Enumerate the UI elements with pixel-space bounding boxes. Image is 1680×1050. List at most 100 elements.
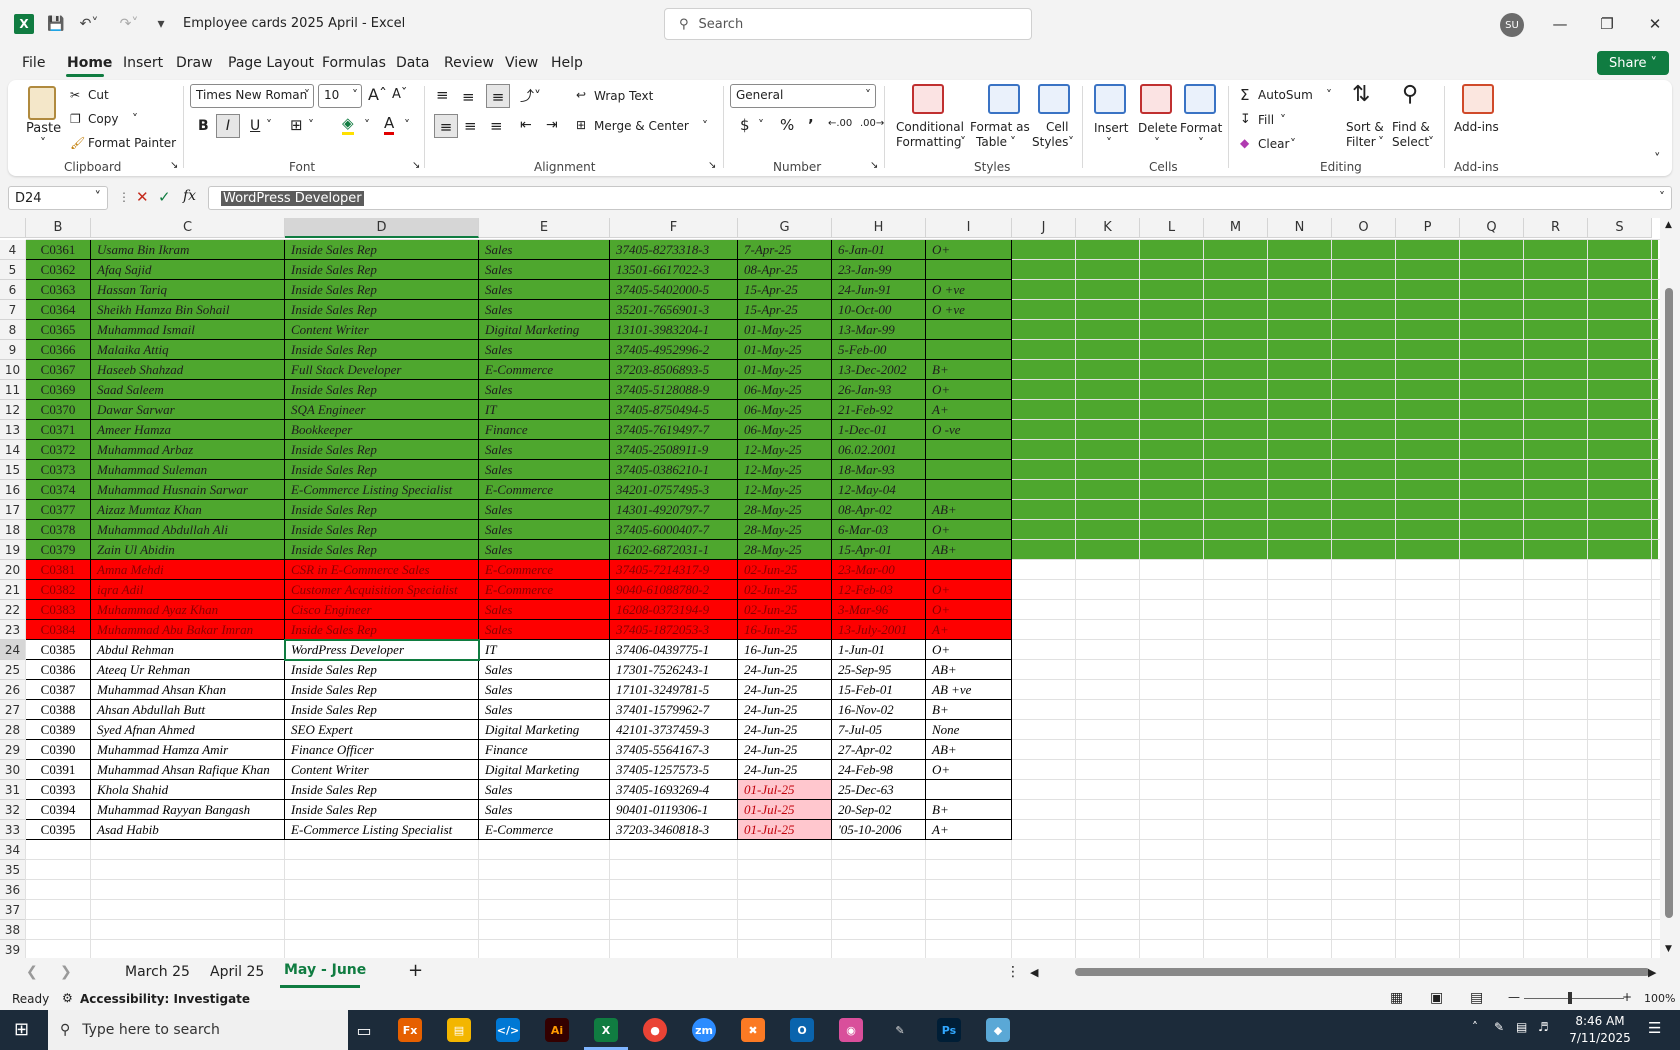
dialog-launcher-icon[interactable]: ↘ — [412, 160, 420, 171]
cell-e12[interactable]: IT — [479, 400, 610, 420]
cell-b21[interactable]: C0382 — [26, 580, 91, 600]
cell-f9[interactable]: 37405-4952996-2 — [610, 340, 738, 360]
cell-h6[interactable]: 24-Jun-91 — [832, 280, 926, 300]
cell-i26[interactable]: AB +ve — [926, 680, 1012, 700]
cell-e4[interactable]: Sales — [479, 240, 610, 260]
name-box[interactable]: D24 ˅ — [8, 186, 108, 210]
row-header[interactable]: 25 — [0, 660, 25, 680]
cell-g31[interactable]: 01-Jul-25 — [738, 780, 832, 800]
cell-i29[interactable]: AB+ — [926, 740, 1012, 760]
zoom-slider-thumb[interactable] — [1568, 992, 1572, 1004]
cell-c27[interactable]: Ahsan Abdullah Butt — [91, 700, 285, 720]
customize-quick-access-icon[interactable]: ▾ — [154, 14, 168, 34]
cell-e10[interactable]: E-Commerce — [479, 360, 610, 380]
cell-g17[interactable]: 28-May-25 — [738, 500, 832, 520]
cell-h33[interactable]: '05-10-2006 — [832, 820, 926, 840]
cell-i9[interactable] — [926, 340, 1012, 360]
chevron-down-icon[interactable]: ˅ — [960, 135, 966, 149]
chevron-down-icon[interactable]: ˅ — [1326, 88, 1332, 102]
row-header[interactable]: 5 — [0, 260, 25, 280]
cell-h31[interactable]: 25-Dec-63 — [832, 780, 926, 800]
cell-b25[interactable]: C0386 — [26, 660, 91, 680]
cell-f15[interactable]: 37405-0386210-1 — [610, 460, 738, 480]
cell-c19[interactable]: Zain Ul Abidin — [91, 540, 285, 560]
row-header[interactable]: 38 — [0, 920, 25, 940]
cell-e7[interactable]: Sales — [479, 300, 610, 320]
cell-g24[interactable]: 16-Jun-25 — [738, 640, 832, 660]
cell-c25[interactable]: Ateeq Ur Rehman — [91, 660, 285, 680]
cell-f8[interactable]: 13101-3983204-1 — [610, 320, 738, 340]
zoom-app-icon[interactable]: zm — [692, 1018, 716, 1042]
cell-h11[interactable]: 26-Jan-93 — [832, 380, 926, 400]
cell-i32[interactable]: B+ — [926, 800, 1012, 820]
align-middle-icon[interactable]: ≡ — [462, 88, 475, 106]
row-header[interactable]: 26 — [0, 680, 25, 700]
row-header[interactable]: 8 — [0, 320, 25, 340]
column-header-k[interactable]: K — [1076, 218, 1140, 238]
autosum-button[interactable]: AutoSum — [1258, 88, 1313, 102]
cell-h32[interactable]: 20-Sep-02 — [832, 800, 926, 820]
cell-i8[interactable] — [926, 320, 1012, 340]
cell-g30[interactable]: 24-Jun-25 — [738, 760, 832, 780]
cell-h16[interactable]: 12-May-04 — [832, 480, 926, 500]
cell-g29[interactable]: 24-Jun-25 — [738, 740, 832, 760]
column-header-n[interactable]: N — [1268, 218, 1332, 238]
page-layout-view-icon[interactable]: ▣ — [1430, 990, 1443, 1006]
column-header-p[interactable]: P — [1396, 218, 1460, 238]
chevron-down-icon[interactable]: ˅ — [1378, 135, 1384, 149]
excel-taskbar-icon[interactable]: X — [594, 1018, 618, 1042]
cell-f6[interactable]: 37405-5402000-5 — [610, 280, 738, 300]
cell-f31[interactable]: 37405-1693269-4 — [610, 780, 738, 800]
restore-icon[interactable]: ❐ — [1595, 12, 1619, 36]
cell-h18[interactable]: 6-Mar-03 — [832, 520, 926, 540]
copy-chevron-icon[interactable]: ˅ — [132, 112, 138, 126]
tab-view[interactable]: View — [505, 55, 538, 71]
cell-h8[interactable]: 13-Mar-99 — [832, 320, 926, 340]
italic-icon[interactable]: I — [216, 114, 240, 138]
undo-icon[interactable]: ↶˅ — [76, 14, 102, 34]
column-header-i[interactable]: I — [926, 218, 1012, 238]
insert-cells-button[interactable]: Insert — [1094, 121, 1128, 135]
cell-h26[interactable]: 15-Feb-01 — [832, 680, 926, 700]
tab-draw[interactable]: Draw — [176, 55, 213, 71]
cell-g18[interactable]: 28-May-25 — [738, 520, 832, 540]
row-header[interactable]: 4 — [0, 240, 25, 260]
find-select-label2[interactable]: Select — [1392, 135, 1429, 149]
cell-c14[interactable]: Muhammad Arbaz — [91, 440, 285, 460]
cell-i5[interactable] — [926, 260, 1012, 280]
cell-b20[interactable]: C0381 — [26, 560, 91, 580]
row-header[interactable]: 30 — [0, 760, 25, 780]
cell-h29[interactable]: 27-Apr-02 — [832, 740, 926, 760]
row-header[interactable]: 13 — [0, 420, 25, 440]
cell-h15[interactable]: 18-Mar-93 — [832, 460, 926, 480]
cell-f10[interactable]: 37203-8506893-5 — [610, 360, 738, 380]
cell-d12[interactable]: SQA Engineer — [285, 400, 479, 420]
cell-e19[interactable]: Sales — [479, 540, 610, 560]
merge-center-button[interactable]: Merge & Center — [594, 119, 689, 133]
scroll-left-icon[interactable]: ◀ — [1030, 966, 1038, 979]
row-header[interactable]: 17 — [0, 500, 25, 520]
format-painter-button[interactable]: Format Painter — [88, 136, 176, 150]
collapse-ribbon-icon[interactable]: ˅ — [1654, 152, 1661, 167]
cell-g19[interactable]: 28-May-25 — [738, 540, 832, 560]
tab-help[interactable]: Help — [551, 55, 583, 71]
cell-c33[interactable]: Asad Habib — [91, 820, 285, 840]
cell-f32[interactable]: 90401-0119306-1 — [610, 800, 738, 820]
normal-view-icon[interactable]: ▦ — [1390, 990, 1403, 1006]
cell-c8[interactable]: Muhammad Ismail — [91, 320, 285, 340]
cell-g5[interactable]: 08-Apr-25 — [738, 260, 832, 280]
cell-e9[interactable]: Sales — [479, 340, 610, 360]
cell-c22[interactable]: Muhammad Ayaz Khan — [91, 600, 285, 620]
cell-e17[interactable]: Sales — [479, 500, 610, 520]
cell-b11[interactable]: C0369 — [26, 380, 91, 400]
cell-i12[interactable]: A+ — [926, 400, 1012, 420]
minimize-icon[interactable]: — — [1548, 12, 1572, 36]
cell-d22[interactable]: Cisco Engineer — [285, 600, 479, 620]
sheet-tab-april[interactable]: April 25 — [210, 964, 264, 980]
cell-d7[interactable]: Inside Sales Rep — [285, 300, 479, 320]
cell-b7[interactable]: C0364 — [26, 300, 91, 320]
firefox-icon[interactable]: Fx — [398, 1018, 422, 1042]
cell-e25[interactable]: Sales — [479, 660, 610, 680]
cell-e27[interactable]: Sales — [479, 700, 610, 720]
cell-styles-label2[interactable]: Styles — [1032, 135, 1068, 149]
